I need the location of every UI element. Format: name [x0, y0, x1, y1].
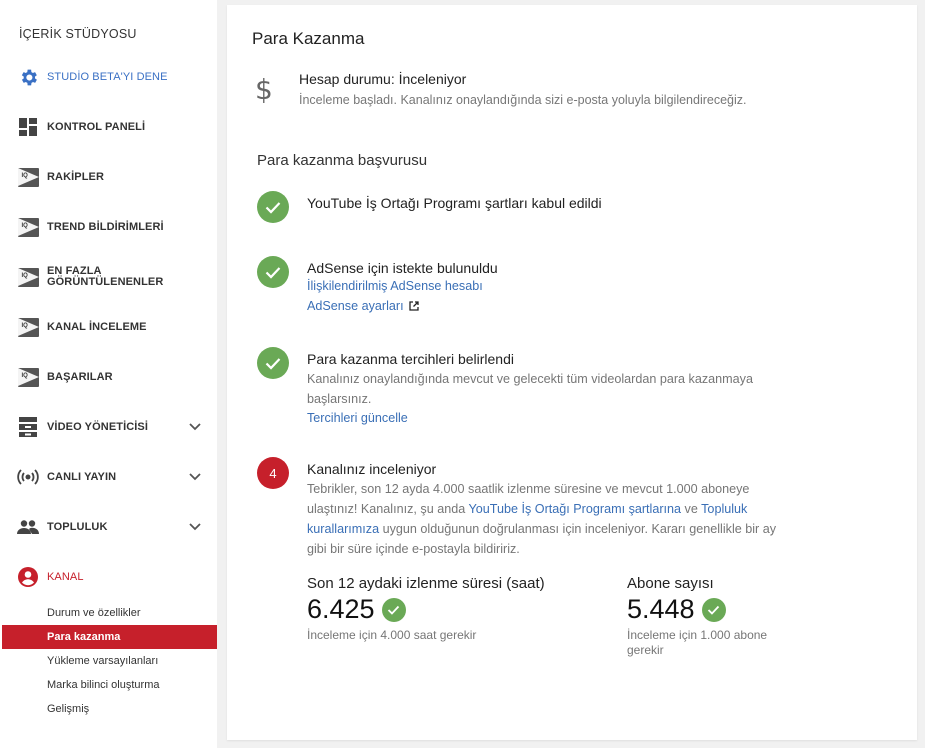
sidebar-item-label-line2: GÖRÜNTÜLENENLER — [47, 276, 164, 288]
sidebar-item-dashboard[interactable]: KONTROL PANELİ — [0, 107, 217, 147]
external-link-icon — [408, 301, 419, 311]
video-manager-icon — [17, 416, 39, 438]
sidebar-item-label: CANLI YAYIN — [47, 470, 117, 483]
sidebar-subitem-upload-defaults[interactable]: Yükleme varsayılanları — [0, 649, 217, 673]
sidebar-item-channel[interactable]: KANAL — [0, 557, 217, 597]
step-description: Kanalınız onaylandığında mevcut ve gelec… — [307, 372, 753, 406]
subscribers-value: 5.448 — [627, 594, 726, 625]
sidebar-item-label: TOPLULUK — [47, 520, 108, 533]
sidebar-item-achievements[interactable]: BAŞARILAR — [0, 357, 217, 397]
sidebar-item-trend-alerts[interactable]: TREND BİLDİRİMLERİ — [0, 207, 217, 247]
main-panel: Para Kazanma $ Hesap durumu: İnceleniyor… — [227, 5, 917, 740]
adsense-settings-link-wrap[interactable]: AdSense ayarları — [307, 299, 419, 313]
sidebar-item-label: KANAL İNCELEME — [47, 320, 147, 333]
sidebar-subitem-label: Gelişmiş — [47, 703, 90, 715]
account-status-description: İnceleme başladı. Kanalınız onaylandığın… — [299, 93, 747, 107]
step-title: AdSense için istekte bulunuldu — [307, 260, 498, 276]
check-icon — [701, 597, 726, 622]
watch-time-label: Son 12 aydaki izlenme süresi (saat) — [307, 575, 545, 592]
live-broadcast-icon — [17, 466, 39, 488]
sidebar-item-label: VİDEO YÖNETİCİSİ — [47, 420, 149, 433]
section-title: Para kazanma başvurusu — [257, 152, 428, 169]
account-status: Hesap durumu: İnceleniyor — [299, 71, 467, 87]
sidebar-item-video-manager[interactable]: VİDEO YÖNETİCİSİ — [0, 407, 217, 447]
sidebar-item-studio-beta[interactable]: STUDİO BETA'YI DENE — [0, 57, 217, 97]
ypp-terms-link[interactable]: YouTube İş Ortağı Programı şartlarına — [469, 502, 682, 516]
chevron-down-icon[interactable] — [189, 423, 201, 431]
sidebar-subitem-advanced[interactable]: Gelişmiş — [0, 697, 217, 721]
sidebar-item-label: BAŞARILAR — [47, 370, 113, 383]
dashboard-icon — [17, 116, 39, 138]
sidebar-subitem-label: Para kazanma — [47, 631, 121, 643]
check-icon — [257, 347, 289, 379]
subscribers-note: İnceleme için 1.000 abone gerekir — [627, 628, 768, 657]
subscribers-label: Abone sayısı — [627, 575, 714, 592]
sidebar-item-label: TREND BİLDİRİMLERİ — [47, 220, 164, 233]
sidebar-subitem-label: Yükleme varsayılanları — [47, 655, 159, 667]
dollar-icon: $ — [255, 73, 273, 106]
account-circle-icon — [17, 566, 39, 588]
sidebar-subitem-label: Marka bilinci oluşturma — [47, 679, 160, 691]
step-title: YouTube İş Ortağı Programı şartları kabu… — [307, 195, 602, 211]
iq-icon — [17, 166, 39, 188]
iq-icon — [17, 216, 39, 238]
adsense-settings-link[interactable]: AdSense ayarları — [307, 299, 404, 313]
step-description: Tebrikler, son 12 ayda 4.000 saatlik izl… — [307, 482, 777, 556]
sidebar-item-label: KANAL — [47, 570, 84, 583]
step-title: Para kazanma tercihleri belirlendi — [307, 351, 514, 367]
sidebar-subitem-status[interactable]: Durum ve özellikler — [0, 601, 217, 625]
sidebar-subitem-branding[interactable]: Marka bilinci oluşturma — [0, 673, 217, 697]
sidebar-item-channel-review[interactable]: KANAL İNCELEME — [0, 307, 217, 347]
check-icon — [257, 191, 289, 223]
chevron-down-icon[interactable] — [189, 523, 201, 531]
page-title: Para Kazanma — [252, 29, 365, 48]
sidebar-item-community[interactable]: TOPLULUK — [0, 507, 217, 547]
sidebar-item-label: KONTROL PANELİ — [47, 120, 146, 133]
step-title: Kanalınız inceleniyor — [307, 461, 437, 477]
community-icon — [17, 516, 39, 538]
linked-adsense-account-link[interactable]: İlişkilendirilmiş AdSense hesabı — [307, 279, 483, 293]
sidebar-item-most-viewed[interactable]: EN FAZLA GÖRÜNTÜLENENLER — [0, 257, 217, 297]
check-icon — [381, 597, 406, 622]
iq-icon — [17, 266, 39, 288]
sidebar-subitem-monetization[interactable]: Para kazanma — [2, 625, 217, 649]
check-icon — [257, 256, 289, 288]
sidebar-title: İÇERİK STÜDYOSU — [19, 27, 137, 41]
iq-icon — [17, 366, 39, 388]
chevron-down-icon[interactable] — [189, 473, 201, 481]
sidebar-item-label: RAKİPLER — [47, 170, 105, 183]
sidebar-subitem-label: Durum ve özellikler — [47, 607, 141, 619]
sidebar: İÇERİK STÜDYOSU STUDİO BETA'YI DENE KONT… — [0, 0, 217, 748]
sidebar-item-live[interactable]: CANLI YAYIN — [0, 457, 217, 497]
sidebar-item-competitors[interactable]: RAKİPLER — [0, 157, 217, 197]
update-preferences-link[interactable]: Tercihleri güncelle — [307, 411, 408, 425]
gear-icon — [17, 66, 39, 88]
watch-time-note: İnceleme için 4.000 saat gerekir — [307, 628, 477, 642]
sidebar-item-label: STUDİO BETA'YI DENE — [47, 70, 168, 83]
watch-time-value: 6.425 — [307, 594, 406, 625]
iq-icon — [17, 316, 39, 338]
step-number-badge: 4 — [257, 457, 289, 489]
